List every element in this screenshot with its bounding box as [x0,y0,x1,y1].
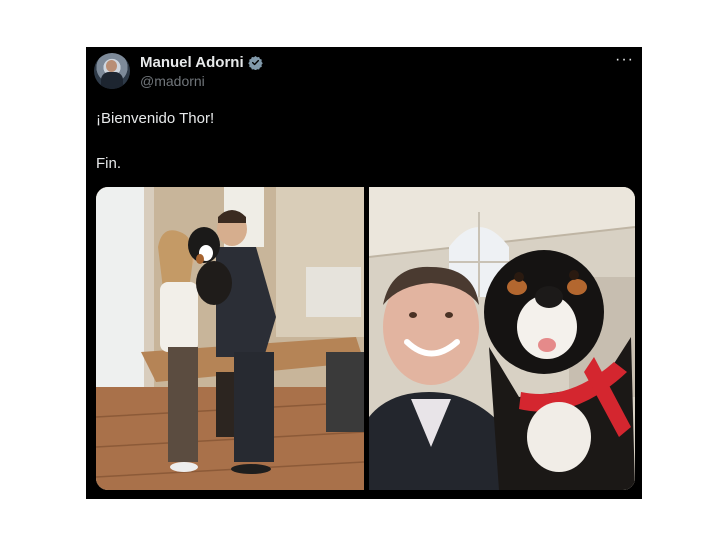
tweet-card[interactable]: Manuel Adorni @madorni ··· ¡Bienvenido T… [86,47,642,499]
verified-badge-icon [247,55,263,71]
author-handle[interactable]: @madorni [140,73,205,89]
post-text-line-2: Fin. [96,155,122,172]
avatar[interactable] [94,53,130,89]
post-image-office[interactable] [96,187,364,490]
post-text-line-1: ¡Bienvenido Thor! [96,110,215,127]
author-name-row[interactable]: Manuel Adorni [140,54,263,71]
more-options-icon[interactable]: ··· [615,51,634,69]
post-image-selfie[interactable] [369,187,635,490]
author-name[interactable]: Manuel Adorni [140,54,244,71]
